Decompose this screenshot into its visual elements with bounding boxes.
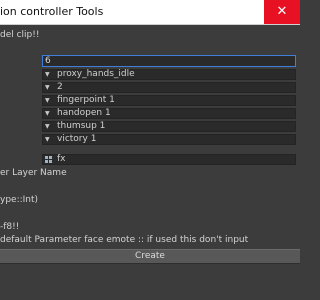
clip-field-label: victory 1 (57, 134, 97, 144)
window-title: ion controller Tools (0, 5, 104, 18)
type-label: ype::Int) (0, 195, 39, 205)
clip-field-2[interactable]: ▼ 2 (42, 82, 296, 93)
triangle-icon: ▼ (45, 123, 50, 130)
triangle-icon: ▼ (45, 97, 50, 104)
controller-field[interactable]: fx (42, 154, 296, 165)
parameter-note: default Parameter face emote :: if used … (0, 235, 249, 245)
clip-header-label: del clip!! (0, 30, 40, 40)
triangle-icon: ▼ (45, 84, 50, 91)
close-icon: ✕ (276, 4, 288, 19)
clip-field-label: thumsup 1 (57, 121, 106, 131)
triangle-icon: ▼ (45, 110, 50, 117)
warning-text: -f8!! (0, 222, 20, 232)
clip-field-1[interactable]: ▼ proxy_hands_idle (42, 69, 296, 80)
create-button[interactable]: Create (0, 249, 300, 264)
clip-field-3[interactable]: ▼ fingerpoint 1 (42, 95, 296, 106)
triangle-icon: ▼ (45, 71, 50, 78)
clip-field-label: fingerpoint 1 (57, 95, 115, 105)
controller-field-label: fx (57, 154, 66, 164)
grid-icon (45, 156, 53, 164)
close-button[interactable]: ✕ (264, 0, 300, 24)
triangle-icon: ▼ (45, 136, 50, 143)
clip-field-4[interactable]: ▼ handopen 1 (42, 108, 296, 119)
layer-name-label: er Layer Name (0, 168, 67, 178)
clip-field-label: handopen 1 (57, 108, 111, 118)
clip-field-6[interactable]: ▼ victory 1 (42, 134, 296, 145)
clip-count-input[interactable] (43, 56, 293, 66)
clip-field-label: 2 (57, 82, 63, 92)
clip-field-label: proxy_hands_idle (57, 69, 135, 79)
clip-field-5[interactable]: ▼ thumsup 1 (42, 121, 296, 132)
title-bar: ion controller Tools ✕ (0, 0, 300, 25)
create-button-label: Create (135, 251, 165, 261)
clip-count-field[interactable] (42, 55, 296, 67)
